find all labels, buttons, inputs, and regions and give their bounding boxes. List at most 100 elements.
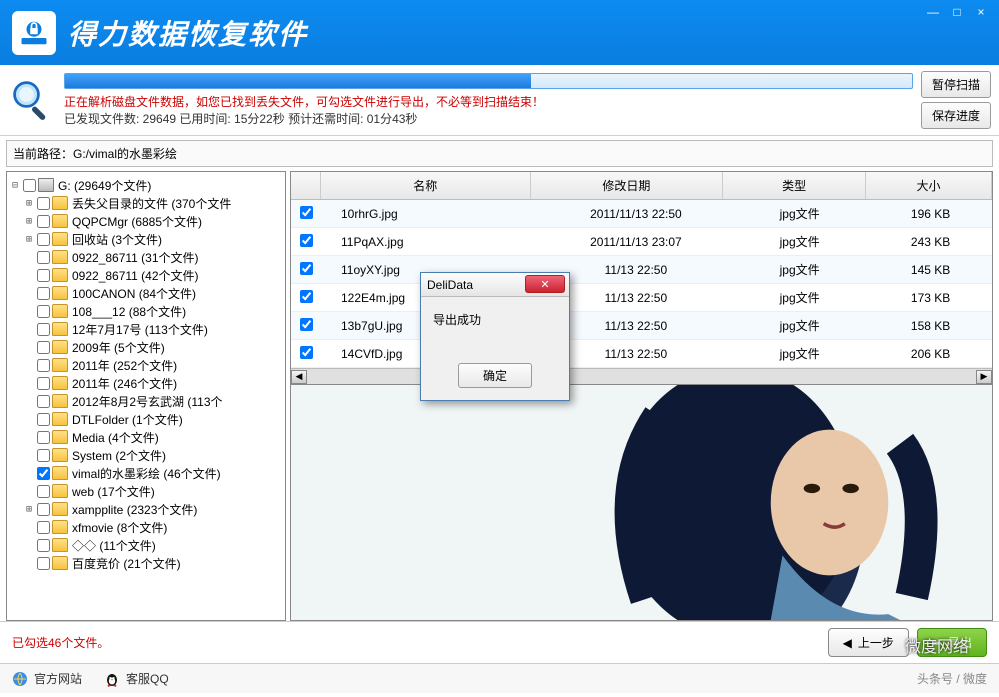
folder-icon — [52, 502, 68, 516]
file-grid-header: 名称 修改日期 类型 大小 — [291, 172, 992, 200]
row-checkbox[interactable] — [300, 318, 313, 331]
dialog-ok-button[interactable]: 确定 — [458, 363, 532, 388]
tree-checkbox[interactable] — [37, 449, 50, 462]
dialog-title: DeliData — [427, 278, 473, 292]
tree-item-label[interactable]: 0922_86711 (31个文件) — [72, 249, 199, 266]
tree-expand-icon[interactable]: ⊞ — [23, 504, 35, 515]
tree-item-label[interactable]: web (17个文件) — [72, 483, 155, 500]
cell-type: jpg文件 — [730, 343, 869, 364]
close-button[interactable]: × — [971, 4, 991, 20]
tree-checkbox[interactable] — [37, 305, 50, 318]
tree-item-label[interactable]: 回收站 (3个文件) — [72, 231, 162, 248]
col-date[interactable]: 修改日期 — [531, 172, 724, 199]
col-size[interactable]: 大小 — [866, 172, 992, 199]
cell-type: jpg文件 — [730, 203, 869, 224]
dialog-close-button[interactable]: ✕ — [525, 275, 565, 293]
export-button[interactable]: ➦导出 — [917, 628, 987, 657]
tree-checkbox[interactable] — [37, 557, 50, 570]
folder-icon — [52, 448, 68, 462]
scroll-left-icon[interactable]: ◀ — [291, 370, 307, 384]
tree-expand-icon[interactable]: ⊞ — [23, 216, 35, 227]
tree-item-label[interactable]: 2009年 (5个文件) — [72, 339, 165, 356]
tree-item-label[interactable]: DTLFolder (1个文件) — [72, 411, 183, 428]
table-row[interactable]: 10rhrG.jpg2011/11/13 22:50jpg文件196 KB — [291, 200, 992, 228]
row-checkbox[interactable] — [300, 346, 313, 359]
tree-item-label[interactable]: 100CANON (84个文件) — [72, 285, 196, 302]
tree-checkbox[interactable] — [37, 413, 50, 426]
table-row[interactable]: 11oyXY.jpg11/13 22:50jpg文件145 KB — [291, 256, 992, 284]
tree-checkbox[interactable] — [37, 377, 50, 390]
chevron-left-icon: ◀ — [843, 636, 852, 650]
tree-item-label[interactable]: System (2个文件) — [72, 447, 166, 464]
tree-item-label[interactable]: QQPCMgr (6885个文件) — [72, 213, 202, 230]
tree-collapse-icon[interactable]: ⊟ — [9, 180, 21, 191]
export-dialog: DeliData ✕ 导出成功 确定 — [420, 272, 570, 401]
tree-checkbox[interactable] — [37, 431, 50, 444]
row-checkbox[interactable] — [300, 290, 313, 303]
col-type[interactable]: 类型 — [723, 172, 866, 199]
tree-expand-icon[interactable]: ⊞ — [23, 198, 35, 209]
folder-icon — [52, 286, 68, 300]
table-row[interactable]: 11PqAX.jpg2011/11/13 23:07jpg文件243 KB — [291, 228, 992, 256]
tree-item-label[interactable]: 百度竞价 (21个文件) — [72, 555, 181, 572]
official-site-link[interactable]: 官方网站 — [34, 670, 82, 687]
row-checkbox[interactable] — [300, 262, 313, 275]
cell-type: jpg文件 — [730, 259, 869, 280]
tree-item-label[interactable]: 丢失父目录的文件 (370个文件 — [72, 195, 231, 212]
tree-checkbox[interactable] — [37, 341, 50, 354]
tree-item-label[interactable]: 2012年8月2号玄武湖 (113个 — [72, 393, 223, 410]
folder-tree[interactable]: ⊟ G: (29649个文件) ⊞ 丢失父目录的文件 (370个文件 ⊞ QQPCMgr… — [6, 171, 286, 621]
tree-checkbox[interactable] — [37, 359, 50, 372]
tree-checkbox[interactable] — [23, 179, 36, 192]
path-label: 当前路径： — [13, 147, 73, 161]
tree-item-label[interactable]: 12年7月17号 (113个文件) — [72, 321, 208, 338]
tree-root-label[interactable]: G: (29649个文件) — [58, 177, 151, 194]
tree-checkbox[interactable] — [37, 269, 50, 282]
tree-checkbox[interactable] — [37, 467, 50, 480]
table-row[interactable]: 14CVfD.jpg11/13 22:50jpg文件206 KB — [291, 340, 992, 368]
col-name[interactable]: 名称 — [321, 172, 531, 199]
maximize-button[interactable]: □ — [947, 4, 967, 20]
cell-name: 10rhrG.jpg — [321, 205, 542, 223]
folder-icon — [52, 250, 68, 264]
folder-icon — [52, 196, 68, 210]
tree-item-label[interactable]: xfmovie (8个文件) — [72, 519, 167, 536]
tree-checkbox[interactable] — [37, 539, 50, 552]
tree-checkbox[interactable] — [37, 503, 50, 516]
tree-checkbox[interactable] — [37, 287, 50, 300]
tree-item-label[interactable]: 108___12 (88个文件) — [72, 303, 186, 320]
tree-expand-icon[interactable]: ⊞ — [23, 234, 35, 245]
drive-icon — [38, 178, 54, 192]
tree-item-label[interactable]: 2011年 (246个文件) — [72, 375, 177, 392]
save-progress-button[interactable]: 保存进度 — [921, 102, 991, 129]
tree-checkbox[interactable] — [37, 395, 50, 408]
table-row[interactable]: 122E4m.jpg11/13 22:50jpg文件173 KB — [291, 284, 992, 312]
cell-type: jpg文件 — [730, 231, 869, 252]
tree-item-label[interactable]: ◇◇ (11个文件) — [72, 537, 156, 554]
tree-checkbox[interactable] — [37, 233, 50, 246]
tree-checkbox[interactable] — [37, 215, 50, 228]
tree-checkbox[interactable] — [37, 521, 50, 534]
pause-scan-button[interactable]: 暂停扫描 — [921, 71, 991, 98]
tree-checkbox[interactable] — [37, 251, 50, 264]
tree-checkbox[interactable] — [37, 197, 50, 210]
minimize-button[interactable]: — — [923, 4, 943, 20]
folder-icon — [52, 214, 68, 228]
horizontal-scrollbar[interactable]: ◀ ▶ — [291, 368, 992, 384]
table-row[interactable]: 13b7gU.jpg11/13 22:50jpg文件158 KB — [291, 312, 992, 340]
tree-checkbox[interactable] — [37, 485, 50, 498]
tree-item-label[interactable]: vimal的水墨彩绘 (46个文件) — [72, 465, 221, 482]
file-grid[interactable]: 10rhrG.jpg2011/11/13 22:50jpg文件196 KB11P… — [291, 200, 992, 368]
qq-support-link[interactable]: 客服QQ — [126, 670, 169, 687]
folder-icon — [52, 430, 68, 444]
row-checkbox[interactable] — [300, 234, 313, 247]
tree-item-label[interactable]: 0922_86711 (42个文件) — [72, 267, 199, 284]
row-checkbox[interactable] — [300, 206, 313, 219]
tree-item-label[interactable]: Media (4个文件) — [72, 429, 159, 446]
scroll-right-icon[interactable]: ▶ — [976, 370, 992, 384]
app-title: 得力数据恢复软件 — [68, 13, 308, 53]
prev-step-button[interactable]: ◀上一步 — [828, 628, 909, 657]
tree-checkbox[interactable] — [37, 323, 50, 336]
tree-item-label[interactable]: 2011年 (252个文件) — [72, 357, 177, 374]
tree-item-label[interactable]: xampplite (2323个文件) — [72, 501, 197, 518]
